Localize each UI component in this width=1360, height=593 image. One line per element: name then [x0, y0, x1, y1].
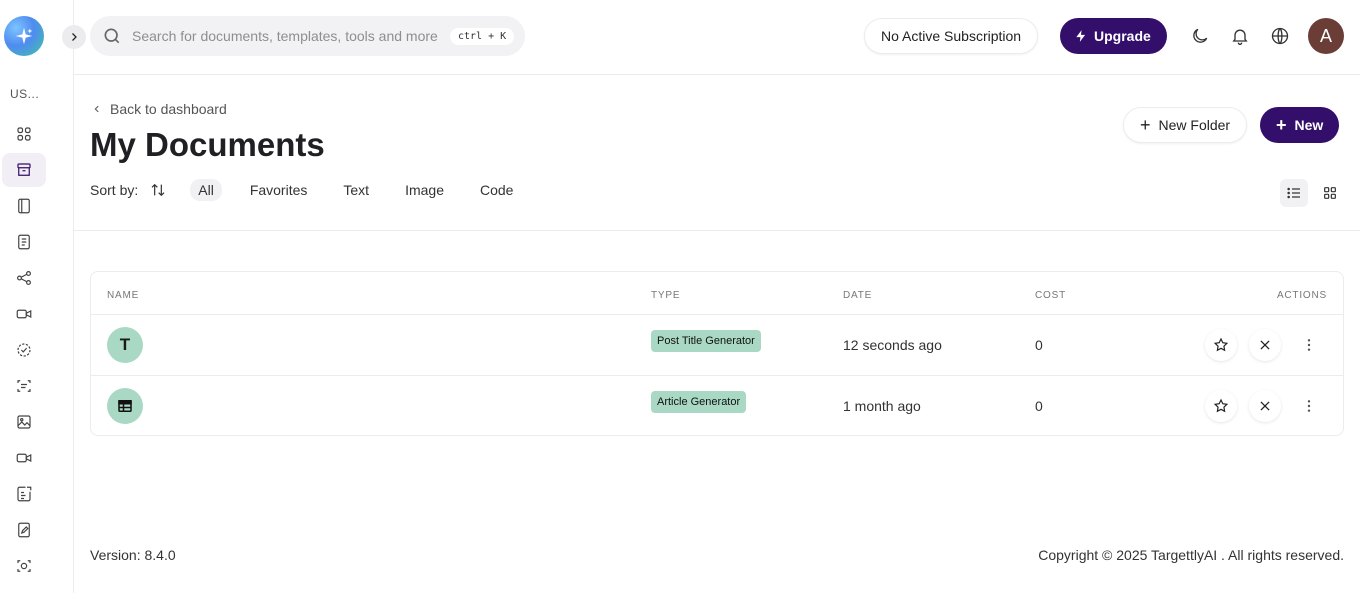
table-icon — [118, 400, 132, 412]
star-icon — [1213, 398, 1229, 413]
document-avatar: T — [107, 327, 143, 363]
globe-icon — [1271, 27, 1289, 45]
document-icon[interactable] — [2, 225, 46, 259]
version-text: Version: 8.4.0 — [90, 547, 176, 563]
filter-image[interactable]: Image — [397, 179, 452, 201]
lightning-icon — [1076, 30, 1086, 42]
filter-favorites[interactable]: Favorites — [242, 179, 316, 201]
more-actions-button[interactable] — [1293, 329, 1325, 361]
chevron-left-icon — [94, 105, 99, 113]
close-icon — [1260, 340, 1270, 350]
document-edit-icon[interactable] — [2, 513, 46, 547]
close-icon — [1260, 401, 1270, 411]
search-input[interactable] — [132, 28, 442, 44]
column-header-date: DATE — [843, 290, 873, 301]
upgrade-button[interactable]: Upgrade — [1060, 18, 1167, 54]
sort-order-icon[interactable] — [150, 182, 166, 198]
cost-cell: 0 — [1035, 337, 1043, 353]
delete-button[interactable] — [1249, 390, 1281, 422]
favorite-button[interactable] — [1205, 329, 1237, 361]
dashed-check-circle-icon[interactable] — [2, 333, 46, 367]
chevron-right-icon — [72, 33, 77, 41]
list-view-button[interactable] — [1280, 179, 1308, 207]
new-document-button[interactable]: + New — [1260, 107, 1340, 143]
dark-mode-toggle[interactable] — [1188, 24, 1212, 48]
favorite-button[interactable] — [1205, 390, 1237, 422]
back-link-label: Back to dashboard — [110, 101, 227, 117]
column-header-name: NAME — [107, 290, 140, 301]
language-button[interactable] — [1268, 24, 1292, 48]
filter-all[interactable]: All — [190, 179, 222, 201]
search-bar[interactable]: ctrl + K — [90, 16, 525, 56]
cost-cell: 0 — [1035, 398, 1043, 414]
user-avatar[interactable]: A — [1308, 18, 1344, 54]
filter-code[interactable]: Code — [472, 179, 521, 201]
scan-text-icon[interactable] — [2, 369, 46, 403]
share-nodes-icon[interactable] — [2, 261, 46, 295]
sort-filter-row: Sort by: All Favorites Text Image Code — [90, 178, 541, 202]
documents-table: NAME TYPE DATE COST ACTIONS T Post Title… — [90, 271, 1344, 436]
column-header-cost: COST — [1035, 290, 1066, 301]
table-row[interactable]: T Post Title Generator 12 seconds ago 0 — [91, 314, 1343, 375]
sidebar-toggle-button[interactable] — [62, 25, 86, 49]
document-list-icon[interactable] — [2, 477, 46, 511]
grid-icon — [1324, 187, 1336, 199]
document-avatar — [107, 388, 143, 424]
grid-view-button[interactable] — [1316, 179, 1344, 207]
star-icon — [1213, 337, 1229, 352]
dashboard-grid-icon[interactable] — [2, 117, 46, 151]
archive-box-icon[interactable] — [2, 153, 46, 187]
date-cell: 12 seconds ago — [843, 337, 942, 353]
bell-icon — [1232, 29, 1248, 45]
type-badge: Post Title Generator — [651, 330, 761, 352]
moon-icon — [1193, 28, 1208, 43]
vertical-dots-icon — [1307, 400, 1311, 412]
app-logo[interactable] — [4, 16, 44, 56]
new-folder-label: New Folder — [1158, 117, 1231, 133]
sparkle-icon — [15, 27, 33, 45]
sidebar: US... — [0, 0, 74, 593]
plus-icon: + — [1140, 115, 1151, 135]
new-label: New — [1294, 117, 1324, 133]
scan-face-icon[interactable] — [2, 549, 46, 583]
new-folder-button[interactable]: + New Folder — [1123, 107, 1248, 143]
filter-text[interactable]: Text — [335, 179, 377, 201]
video-icon[interactable] — [2, 441, 46, 475]
back-to-dashboard-link[interactable]: Back to dashboard — [92, 101, 227, 117]
plus-icon: + — [1276, 115, 1287, 135]
header-divider — [74, 230, 1360, 231]
date-cell: 1 month ago — [843, 398, 921, 414]
copyright-text: Copyright © 2025 TargettlyAI . All right… — [1038, 547, 1344, 563]
topbar: ctrl + K No Active Subscription Upgrade … — [74, 0, 1360, 75]
workspace-label[interactable]: US... — [10, 87, 39, 101]
page-title: My Documents — [90, 126, 325, 163]
search-shortcut: ctrl + K — [450, 27, 515, 45]
type-badge: Article Generator — [651, 391, 747, 413]
video-camera-icon[interactable] — [2, 297, 46, 331]
vertical-dots-icon — [1307, 339, 1311, 351]
column-header-type: TYPE — [651, 290, 681, 301]
more-actions-button[interactable] — [1293, 390, 1325, 422]
notebook-icon[interactable] — [2, 189, 46, 223]
list-icon — [1287, 187, 1300, 199]
image-icon[interactable] — [2, 405, 46, 439]
subscription-status-button[interactable]: No Active Subscription — [864, 18, 1039, 54]
column-header-actions: ACTIONS — [1276, 290, 1327, 301]
search-icon — [104, 28, 120, 44]
notifications-button[interactable] — [1228, 24, 1252, 48]
table-row[interactable]: Article Generator 1 month ago 0 — [91, 375, 1343, 436]
upgrade-label: Upgrade — [1094, 28, 1151, 44]
delete-button[interactable] — [1249, 329, 1281, 361]
sort-label: Sort by: — [90, 182, 139, 198]
